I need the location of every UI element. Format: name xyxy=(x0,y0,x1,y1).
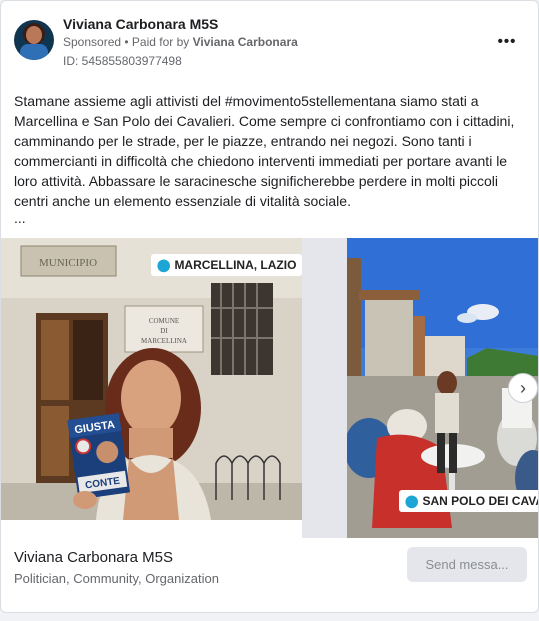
carousel-image-marcellina[interactable]: MUNICIPIO COMUNE DI MARCELLINA GIUSTA CO… xyxy=(1,238,302,520)
location-pin-icon: ⬤ xyxy=(405,494,419,508)
more-options-button[interactable]: ••• xyxy=(493,31,521,51)
paid-for-label: • Paid for by xyxy=(121,35,193,49)
ad-card: Viviana Carbonara M5S Sponsored • Paid f… xyxy=(0,0,539,613)
svg-text:COMUNE: COMUNE xyxy=(149,317,179,325)
send-message-button[interactable]: Send messa... xyxy=(407,547,527,582)
sponsored-label: Sponsored xyxy=(63,35,122,49)
location-label: MARCELLINA, LAZIO xyxy=(174,258,297,272)
footer-page-category: Politician, Community, Organization xyxy=(14,571,219,586)
location-pin-icon: ⬤ xyxy=(157,258,171,272)
location-label: SAN POLO DEI CAVALIERI, LAZ xyxy=(422,494,538,508)
payer-name: Viviana Carbonara xyxy=(192,35,298,49)
sponsor-line: Sponsored • Paid for by Viviana Carbonar… xyxy=(63,35,298,49)
carousel-gap xyxy=(302,238,347,538)
see-more-ellipsis[interactable]: ... xyxy=(14,210,26,226)
ad-id: ID: 545855803977498 xyxy=(63,54,182,68)
image-carousel: MUNICIPIO COMUNE DI MARCELLINA GIUSTA CO… xyxy=(1,238,538,538)
location-badge: ⬤SAN POLO DEI CAVALIERI, LAZ xyxy=(399,490,538,512)
location-badge: ⬤ MARCELLINA, LAZIO xyxy=(151,254,302,276)
chevron-right-icon: › xyxy=(520,378,526,398)
footer-page-name[interactable]: Viviana Carbonara M5S xyxy=(14,549,173,566)
svg-text:DI: DI xyxy=(160,327,168,335)
svg-text:MUNICIPIO: MUNICIPIO xyxy=(39,257,97,269)
marcellina-photo: MUNICIPIO COMUNE DI MARCELLINA GIUSTA CO… xyxy=(1,238,302,520)
carousel-next-button[interactable]: › xyxy=(508,373,538,403)
svg-text:MARCELLINA: MARCELLINA xyxy=(141,337,187,345)
avatar[interactable] xyxy=(14,20,54,60)
post-text: Stamane assieme agli attivisti del #movi… xyxy=(14,93,515,209)
page-name[interactable]: Viviana Carbonara M5S xyxy=(63,16,218,32)
